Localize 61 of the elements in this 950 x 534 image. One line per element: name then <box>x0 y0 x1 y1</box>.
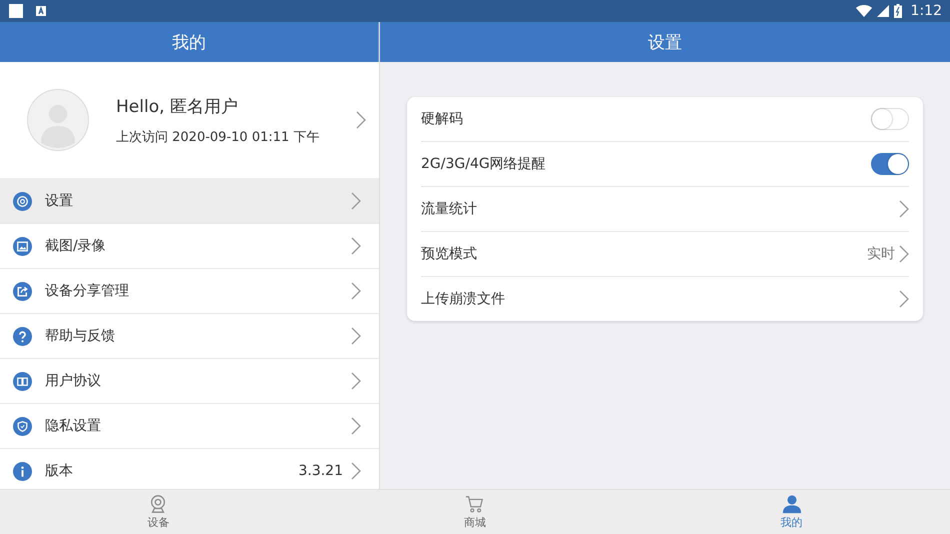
toggle-switch[interactable] <box>871 153 909 175</box>
menu-item[interactable]: 截图/录像 <box>0 224 379 269</box>
chevron-icon <box>351 237 361 255</box>
setting-row[interactable]: 预览模式 实时 <box>421 232 909 277</box>
setting-label: 流量统计 <box>421 200 478 218</box>
help-icon <box>13 326 32 346</box>
menu-label: 截图/录像 <box>45 237 107 255</box>
setting-label: 2G/3G/4G网络提醒 <box>421 155 547 173</box>
gear-icon <box>13 192 32 210</box>
chevron-icon <box>351 372 361 390</box>
panel-title: 设置 <box>380 22 950 62</box>
image-icon <box>13 236 32 256</box>
setting-row[interactable]: 硬解码 <box>421 97 909 142</box>
signal-icon <box>876 5 889 17</box>
chevron-icon <box>356 111 366 129</box>
version-number: 3.3.21 <box>298 463 343 479</box>
book-icon <box>13 372 32 390</box>
setting-row[interactable]: 流量统计 <box>421 187 909 232</box>
wifi-icon <box>856 5 872 17</box>
menu-item[interactable]: 设置 <box>0 179 379 224</box>
shield-icon <box>13 416 32 436</box>
keyboard-icon <box>36 6 46 16</box>
setting-label: 预览模式 <box>421 245 478 263</box>
menu-label: 设置 <box>45 192 74 210</box>
menu-label: 版本 <box>45 462 74 480</box>
setting-label: 硬解码 <box>421 110 464 128</box>
menu-item[interactable]: 用户协议 <box>0 359 379 404</box>
battery-icon <box>894 4 902 18</box>
nav-tab[interactable]: 商城 <box>316 490 634 534</box>
setting-value: 实时 <box>867 245 895 263</box>
chevron-icon <box>899 245 909 263</box>
menu-label: 帮助与反馈 <box>45 327 116 345</box>
chevron-icon <box>351 192 361 210</box>
last-visit-text: 上次访问 2020-09-10 01:11 下午 <box>116 128 320 146</box>
notification-icon <box>9 4 23 18</box>
chevron-icon <box>899 200 909 218</box>
menu-label: 设备分享管理 <box>45 282 130 300</box>
menu-label: 用户协议 <box>45 372 102 390</box>
nav-tab[interactable]: 我的 <box>633 490 950 534</box>
menu-item[interactable]: 帮助与反馈 <box>0 314 379 359</box>
chevron-icon <box>351 327 361 345</box>
profile-card[interactable]: Hello, 匿名用户 上次访问 2020-09-10 01:11 下午 <box>0 62 379 179</box>
clock-time: 1:12 <box>910 3 942 19</box>
chevron-icon <box>351 462 361 480</box>
nav-tab[interactable]: 设备 <box>0 490 317 534</box>
menu-item[interactable]: 隐私设置 <box>0 404 379 449</box>
setting-row[interactable]: 上传崩溃文件 <box>421 277 909 321</box>
greeting-text: Hello, 匿名用户 <box>116 96 239 118</box>
share-icon <box>13 282 32 300</box>
info-icon <box>13 462 32 480</box>
menu-label: 隐私设置 <box>45 417 102 435</box>
avatar-icon <box>27 89 89 151</box>
chevron-icon <box>351 282 361 300</box>
menu-item[interactable]: 设备分享管理 <box>0 269 379 314</box>
chevron-icon <box>351 417 361 435</box>
cart-icon <box>465 494 485 514</box>
panel-title: 我的 <box>0 22 379 62</box>
person-icon <box>782 494 802 514</box>
setting-row[interactable]: 2G/3G/4G网络提醒 <box>421 142 909 187</box>
setting-label: 上传崩溃文件 <box>421 290 506 308</box>
chevron-icon <box>899 290 909 308</box>
